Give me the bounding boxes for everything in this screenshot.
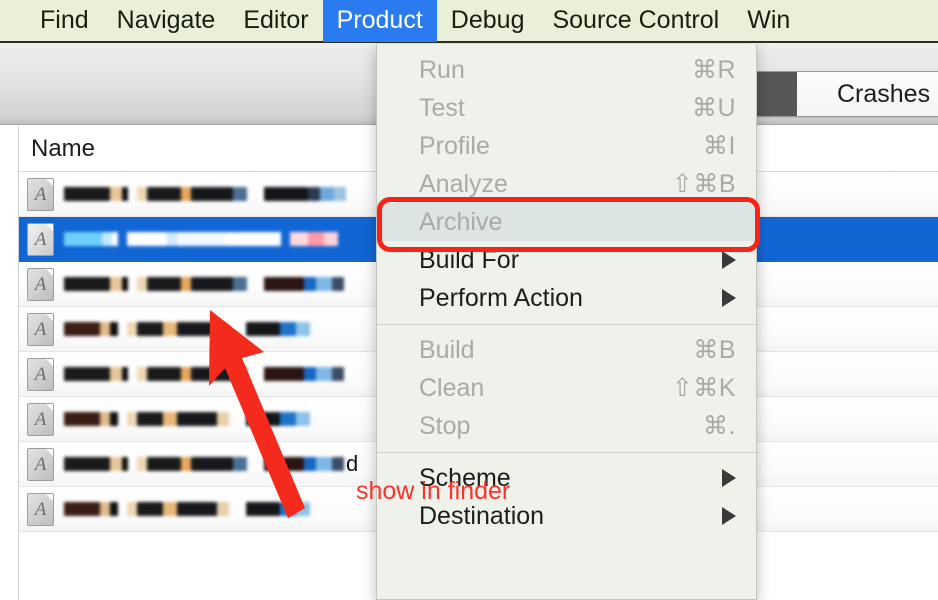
redacted-file-name <box>64 412 310 426</box>
menu-item-clean: Clean ⇧⌘K <box>377 369 756 407</box>
menu-item-shortcut: ⌘R <box>691 56 736 84</box>
menu-item-perform-action[interactable]: Perform Action <box>377 279 756 317</box>
menu-item-shortcut: ⇧⌘B <box>671 170 736 198</box>
menu-item-test: Test ⌘U <box>377 89 756 127</box>
menu-item-shortcut: ⌘. <box>703 412 736 440</box>
redaction-block-group <box>127 502 229 516</box>
redaction-block-group <box>238 412 310 426</box>
menubar-item-debug[interactable]: Debug <box>437 0 539 42</box>
file-name-trailing-text: d <box>346 451 359 476</box>
redaction-block-group <box>64 232 118 246</box>
app-document-icon: A <box>27 312 54 346</box>
chevron-right-icon <box>722 469 736 487</box>
app-document-icon: A <box>27 402 54 436</box>
menubar-item-find[interactable]: Find <box>26 0 103 42</box>
menu-separator <box>377 324 756 325</box>
menu-item-label: Test <box>419 93 465 122</box>
menu-item-shortcut: ⌘B <box>693 336 736 364</box>
menubar-item-navigate[interactable]: Navigate <box>103 0 230 42</box>
app-document-icon: A <box>27 357 54 391</box>
menubar-item-editor[interactable]: Editor <box>229 0 322 42</box>
menu-item-label: Run <box>419 55 465 84</box>
filled-square-icon[interactable] <box>751 72 797 116</box>
menubar-item-source-control[interactable]: Source Control <box>538 0 733 42</box>
redacted-file-name <box>64 502 310 516</box>
menu-item-label: Build <box>419 335 475 364</box>
menu-item-label: Build For <box>419 245 520 274</box>
redaction-block-group <box>137 187 247 201</box>
app-document-icon: A <box>27 222 54 256</box>
menu-item-label: Analyze <box>419 169 508 198</box>
menubar-item-win[interactable]: Win <box>733 0 804 42</box>
redaction-block-group <box>238 322 310 336</box>
column-header-name[interactable]: Name <box>31 135 95 163</box>
redaction-block-group <box>256 187 346 201</box>
redacted-file-name <box>64 322 310 336</box>
toolbar-segmented-control[interactable]: Crashes <box>750 71 938 117</box>
redaction-block-group <box>256 457 344 471</box>
product-dropdown-menu: Run ⌘R Test ⌘U Profile ⌘I Analyze ⇧⌘B Archive Bui… <box>376 44 757 600</box>
menu-item-label: Perform Action <box>419 283 583 312</box>
menu-item-scheme[interactable]: Scheme <box>377 459 756 497</box>
menu-item-run: Run ⌘R <box>377 51 756 89</box>
menu-item-analyze: Analyze ⇧⌘B <box>377 165 756 203</box>
redacted-file-name <box>64 367 344 381</box>
redaction-block-group <box>64 367 128 381</box>
chevron-right-icon <box>722 251 736 269</box>
redaction-block-group <box>137 277 247 291</box>
redaction-block-group <box>64 277 128 291</box>
menu-item-label: Profile <box>419 131 490 160</box>
menu-item-stop: Stop ⌘. <box>377 407 756 445</box>
redaction-block-group <box>137 367 247 381</box>
redaction-block-group <box>64 412 118 426</box>
redacted-file-name <box>64 277 344 291</box>
menu-item-build-for[interactable]: Build For <box>377 241 756 279</box>
app-document-icon: A <box>27 447 54 481</box>
redaction-block-group <box>64 322 118 336</box>
menu-item-label: Stop <box>419 411 471 440</box>
menu-item-shortcut: ⇧⌘K <box>671 374 736 402</box>
menu-item-label: Scheme <box>419 463 511 492</box>
redaction-block-group <box>256 367 344 381</box>
redaction-block-group <box>127 412 229 426</box>
chevron-right-icon <box>722 507 736 525</box>
menu-item-destination[interactable]: Destination <box>377 497 756 535</box>
redaction-block-group <box>127 322 229 336</box>
redacted-file-name <box>64 187 346 201</box>
menubar-item-product[interactable]: Product <box>322 0 437 42</box>
crashes-tab-label[interactable]: Crashes <box>797 72 938 116</box>
menu-item-shortcut: ⌘U <box>691 94 736 122</box>
redaction-block-group <box>64 187 128 201</box>
redaction-block-group <box>64 502 118 516</box>
redaction-block-group <box>238 502 310 516</box>
app-document-icon: A <box>27 177 54 211</box>
app-document-icon: A <box>27 492 54 526</box>
redacted-file-name <box>64 232 338 246</box>
menu-bar: Find Navigate Editor Product Debug Source Con… <box>0 0 938 43</box>
menu-item-label: Destination <box>419 501 545 530</box>
chevron-right-icon <box>722 289 736 307</box>
menu-item-profile: Profile ⌘I <box>377 127 756 165</box>
menu-item-shortcut: ⌘I <box>703 132 736 160</box>
menu-item-archive: Archive <box>377 203 756 241</box>
redaction-block-group <box>64 457 128 471</box>
menu-item-label: Clean <box>419 373 485 402</box>
redaction-block-group <box>290 232 338 246</box>
menu-separator <box>377 452 756 453</box>
redaction-block-group <box>256 277 344 291</box>
redaction-block-group <box>127 232 281 246</box>
redaction-block-group <box>137 457 247 471</box>
app-document-icon: A <box>27 267 54 301</box>
menu-item-label: Archive <box>419 207 503 236</box>
menu-item-build: Build ⌘B <box>377 331 756 369</box>
redacted-file-name <box>64 457 344 471</box>
